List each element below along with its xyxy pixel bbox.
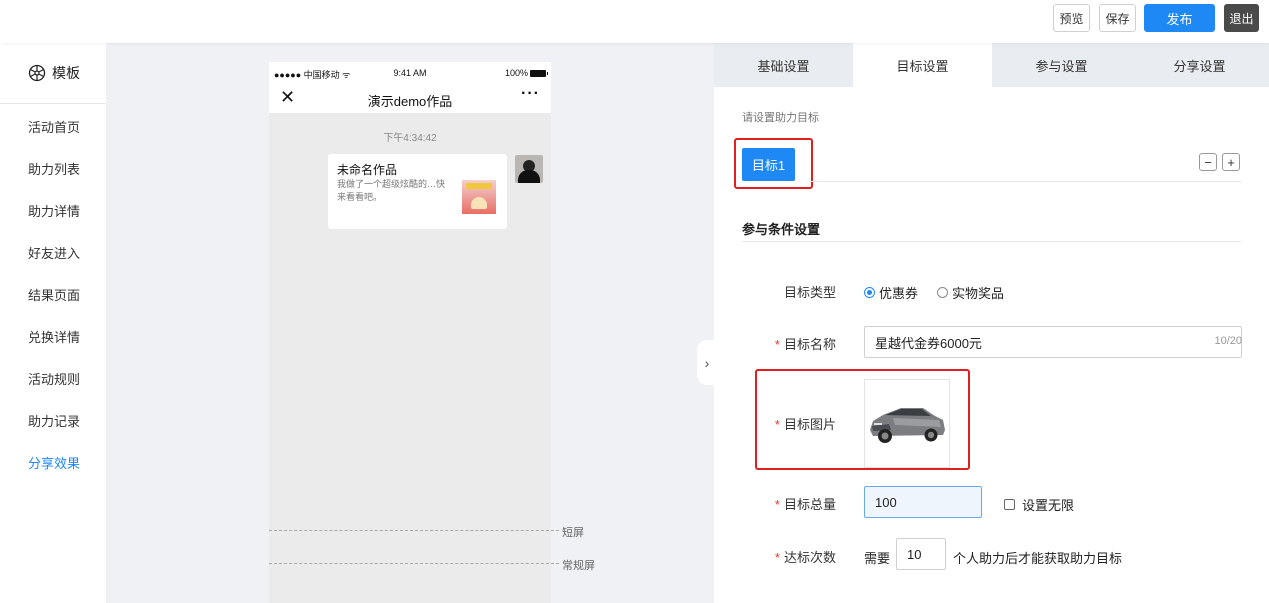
sidebar-item-activity-rules[interactable]: 活动规则 [28, 369, 80, 388]
target-hint: 请设置助力目标 [742, 112, 819, 124]
unlimited-checkbox-label: 设置无限 [1022, 498, 1075, 513]
achieve-count-input[interactable]: 10 [896, 538, 946, 570]
plus-icon: + [1227, 154, 1235, 170]
radio-physical-prize-indicator[interactable] [937, 287, 948, 298]
achieve-prefix: 需要 [864, 551, 891, 566]
minus-icon: − [1204, 154, 1212, 170]
section-divider [742, 241, 1241, 242]
share-card-description: 我做了一个超级炫酷的…快来看看吧。 [337, 179, 446, 202]
panel-toggle-button[interactable]: › [697, 340, 717, 385]
tab-participation-settings[interactable]: 参与设置 [992, 43, 1131, 87]
required-mark: * [774, 417, 780, 432]
unlimited-checkbox-box[interactable] [1004, 499, 1015, 510]
battery-percent: 100% [504, 68, 528, 78]
preview-button[interactable]: 预览 [1053, 4, 1090, 32]
phone-nav-bar: ✕ 演示demo作品 ··· [269, 84, 551, 113]
sidebar: 模板 活动首页 助力列表 助力详情 好友进入 结果页面 兑换详情 活动规则 助力… [0, 43, 106, 603]
target-total-value: 100 [875, 494, 897, 510]
achieve-suffix: 个人助力后才能获取助力目标 [953, 551, 1123, 566]
remove-goal-button[interactable]: − [1199, 153, 1217, 171]
achieve-count-label-text: 达标次数 [783, 550, 836, 565]
target-type-label: 目标类型 [714, 282, 836, 301]
more-icon: ··· [521, 85, 540, 102]
unlimited-checkbox[interactable]: 设置无限 [1004, 495, 1074, 514]
radio-coupon-label: 优惠券 [879, 286, 919, 301]
required-mark: * [774, 497, 780, 512]
target-name-label-text: 目标名称 [783, 337, 836, 352]
achieve-count-label: * 达标次数 [714, 547, 836, 566]
radio-physical-prize[interactable]: 实物奖品 [937, 283, 1004, 302]
target-type-label-text: 目标类型 [783, 285, 836, 300]
target-name-counter: 10/20 [1214, 335, 1242, 347]
required-mark: * [774, 550, 780, 565]
target-image-label-text: 目标图片 [783, 417, 836, 432]
target-name-value: 星越代金券6000元 [875, 335, 982, 351]
phone-preview: ●●●●● 中国移动 ᯤ 9:41 AM 100% ✕ 演示demo作品 ···… [269, 62, 551, 603]
publish-button[interactable]: 发布 [1144, 4, 1215, 32]
add-goal-button[interactable]: + [1222, 153, 1240, 171]
target-total-label-text: 目标总量 [783, 497, 836, 512]
sidebar-item-assist-detail[interactable]: 助力详情 [28, 201, 80, 220]
top-toolbar: 预览 保存 发布 退出 [0, 0, 1269, 43]
battery-icon [530, 69, 548, 77]
tab-basic-settings[interactable]: 基础设置 [714, 43, 853, 87]
short-screen-marker-line [269, 530, 559, 531]
tab-share-settings[interactable]: 分享设置 [1130, 43, 1269, 87]
sidebar-item-assist-list[interactable]: 助力列表 [28, 159, 80, 178]
achieve-count-value: 10 [907, 546, 922, 562]
sidebar-item-share-effect[interactable]: 分享效果 [28, 453, 80, 472]
target-name-input[interactable]: 星越代金券6000元 [864, 326, 1242, 358]
settings-panel: 基础设置 目标设置 参与设置 分享设置 请设置助力目标 目标1 − + 参与条件… [714, 43, 1269, 603]
radio-coupon[interactable]: 优惠券 [864, 283, 918, 302]
section-title: 参与条件设置 [742, 222, 821, 237]
share-card-title: 未命名作品 [337, 163, 398, 177]
sidebar-item-activity-home[interactable]: 活动首页 [28, 117, 80, 136]
target-total-label: * 目标总量 [714, 494, 836, 513]
goal-tab-divider [810, 181, 1241, 182]
share-card: 未命名作品 我做了一个超级炫酷的…快来看看吧。 [328, 154, 507, 229]
battery-status: 100% [504, 68, 548, 78]
normal-screen-marker-line [269, 563, 559, 564]
sidebar-item-redeem-detail[interactable]: 兑换详情 [28, 327, 80, 346]
short-screen-label: 短屏 [562, 527, 584, 539]
goal-tab-1[interactable]: 目标1 [742, 148, 795, 181]
sidebar-item-assist-records[interactable]: 助力记录 [28, 411, 80, 430]
tab-target-settings[interactable]: 目标设置 [853, 43, 992, 87]
share-card-thumbnail [462, 180, 496, 214]
target-name-label: * 目标名称 [714, 334, 836, 353]
required-mark: * [774, 337, 780, 352]
target-image-label: * 目标图片 [714, 414, 836, 433]
avatar [515, 155, 543, 183]
sidebar-item-friend-enter[interactable]: 好友进入 [28, 243, 80, 262]
target-total-input[interactable]: 100 [864, 486, 982, 518]
phone-nav-title: 演示demo作品 [367, 94, 453, 109]
save-button[interactable]: 保存 [1099, 4, 1136, 32]
sidebar-header: 模板 [0, 43, 106, 104]
car-image [870, 408, 945, 443]
sidebar-item-result-page[interactable]: 结果页面 [28, 285, 80, 304]
phone-status-bar: ●●●●● 中国移动 ᯤ 9:41 AM 100% [269, 62, 551, 84]
exit-button[interactable]: 退出 [1224, 4, 1259, 32]
settings-tabs: 基础设置 目标设置 参与设置 分享设置 [714, 43, 1269, 87]
sidebar-header-label: 模板 [52, 65, 80, 81]
message-time: 下午4:34:42 [383, 133, 437, 144]
template-icon [28, 64, 46, 82]
radio-physical-prize-label: 实物奖品 [952, 286, 1005, 301]
normal-screen-label: 常规屏 [562, 560, 595, 572]
target-image-upload[interactable] [864, 379, 950, 468]
radio-coupon-indicator[interactable] [864, 287, 875, 298]
chevron-right-icon: › [704, 354, 710, 371]
preview-canvas: ●●●●● 中国移动 ᯤ 9:41 AM 100% ✕ 演示demo作品 ···… [106, 43, 714, 603]
